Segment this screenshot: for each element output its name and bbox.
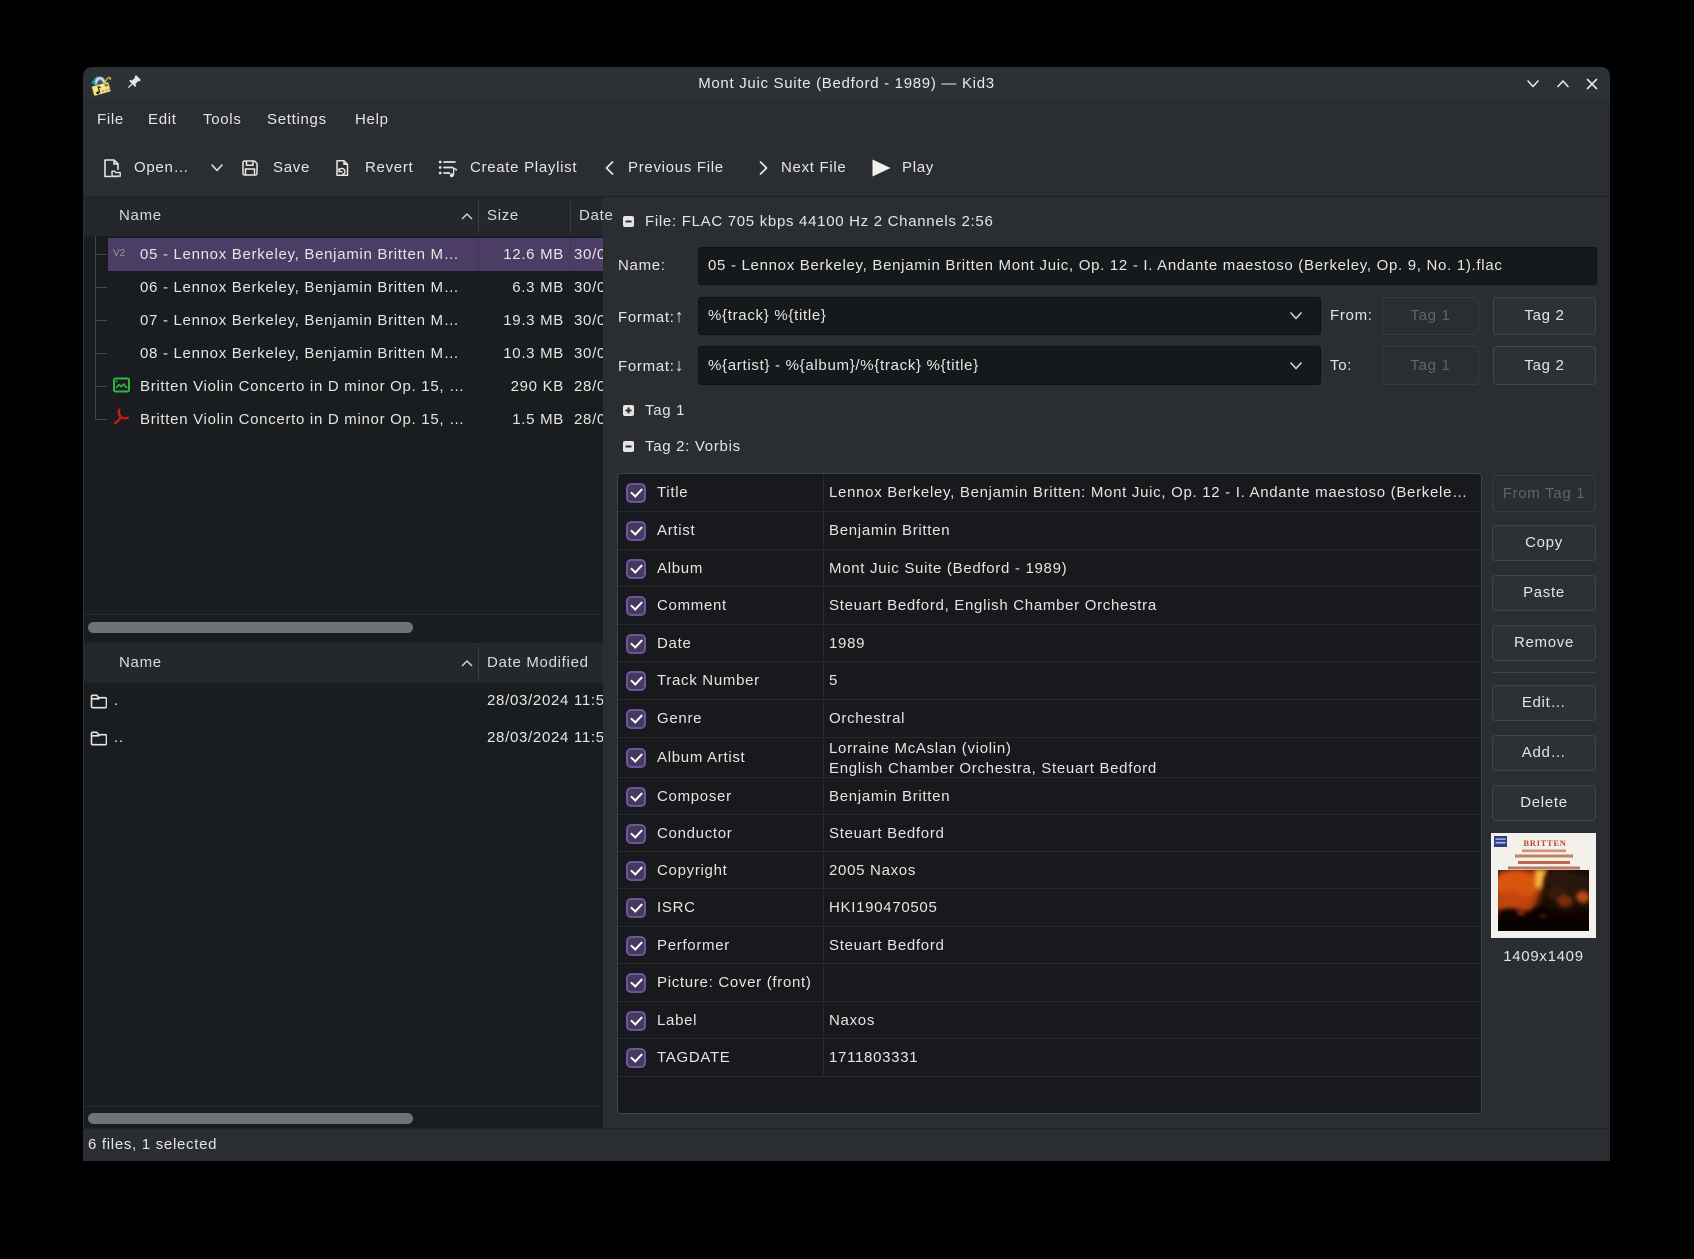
svg-text:BRITTEN: BRITTEN [1523, 838, 1566, 848]
